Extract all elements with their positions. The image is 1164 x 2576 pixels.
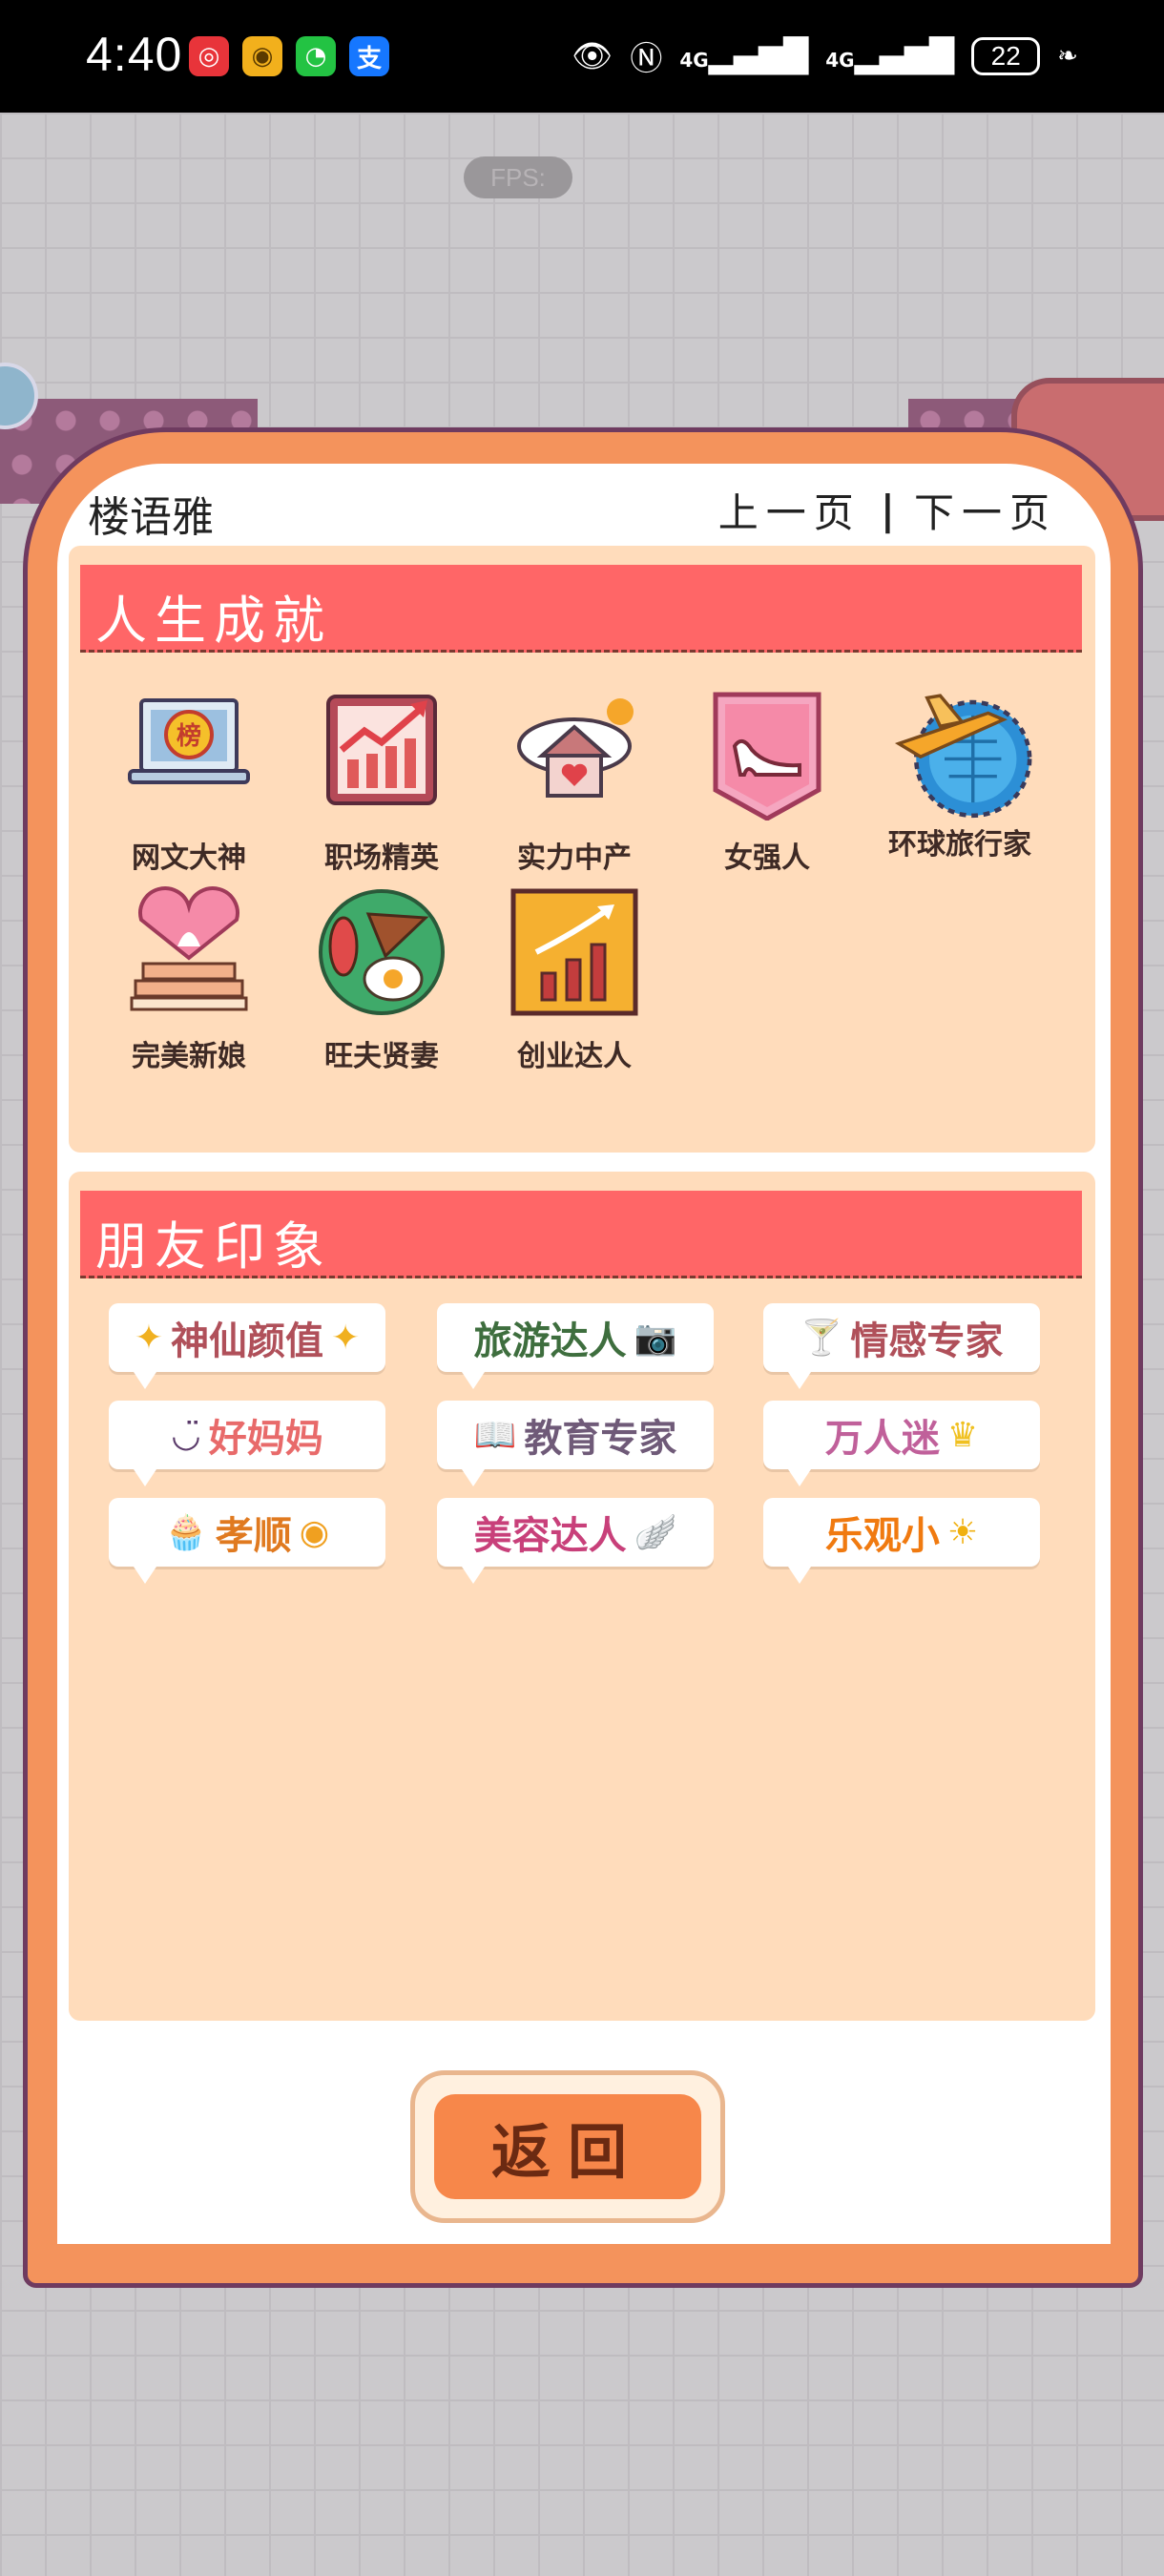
breakfast-plate-icon: [319, 889, 445, 1015]
house-heart-icon: [517, 698, 634, 798]
impression-label: 情感专家: [850, 1319, 1004, 1363]
leaf-icon: ❧: [1057, 41, 1078, 71]
impression-label: 旅游达人: [473, 1319, 627, 1363]
achievement-item[interactable]: 女强人: [681, 687, 853, 876]
next-page-button[interactable]: 下一页: [914, 481, 1057, 539]
achievement-label: 创业达人: [517, 1040, 632, 1073]
achievements-header: 人生成就: [80, 565, 1082, 653]
achievement-item[interactable]: 创业达人: [488, 885, 660, 1074]
pager: 上一页 | 下一页: [718, 481, 1057, 539]
impression-label: 乐观小: [824, 1514, 940, 1558]
impression-tag: 📖 教育专家: [437, 1401, 714, 1486]
achievement-label: 旺夫贤妻: [324, 1040, 439, 1073]
status-time: 4:40: [86, 28, 183, 81]
achievements-title: 人生成就: [95, 591, 332, 651]
achievement-item[interactable]: 职场精英: [296, 687, 468, 876]
impression-tag: 旅游达人 📷: [437, 1303, 714, 1389]
shopping-app-icon: ◎: [189, 36, 229, 76]
wechat-icon: ◔: [296, 36, 336, 76]
achievement-item[interactable]: 榜 网文大神: [103, 687, 275, 876]
eye-icon: 👁: [572, 36, 613, 75]
achievement-item[interactable]: 环球旅行家: [874, 672, 1046, 862]
laptop-rank-icon: 榜: [128, 698, 250, 784]
impression-label: 万人迷: [824, 1417, 940, 1461]
achievement-item[interactable]: 旺夫贤妻: [296, 885, 468, 1074]
achievement-item[interactable]: 实力中产: [488, 687, 660, 876]
signal-icon: 4G▂▄▆█: [679, 36, 809, 75]
impression-label: 美容达人: [473, 1514, 627, 1558]
return-button[interactable]: 返回: [410, 2070, 725, 2223]
impression-label: 好妈妈: [208, 1417, 323, 1461]
cupcake-icon: 🧁: [164, 1513, 208, 1552]
svg-text:榜: 榜: [177, 721, 201, 751]
battery-icon: 22: [971, 36, 1041, 75]
status-right-icons: 👁 Ⓝ 4G▂▄▆█ 4G▂▄▆█ 22 ❧: [572, 32, 1078, 79]
impression-tag: 乐观小 ☀: [763, 1498, 1040, 1584]
alipay-icon: 支: [349, 36, 389, 76]
book-icon: 📖: [473, 1416, 517, 1455]
impression-tag: 美容达人 🪽: [437, 1498, 714, 1584]
return-button-face[interactable]: 返回: [434, 2094, 701, 2199]
achievement-label: 职场精英: [324, 841, 439, 875]
achievement-label: 完美新娘: [132, 1040, 246, 1073]
achievement-item[interactable]: 完美新娘: [103, 885, 275, 1074]
achievement-label: 网文大神: [132, 841, 246, 875]
music-app-icon: ◉: [242, 36, 282, 76]
pager-separator: |: [880, 487, 895, 533]
prev-page-button[interactable]: 上一页: [718, 481, 862, 539]
rising-chart-icon: [326, 695, 437, 805]
signal-icon: 4G▂▄▆█: [825, 36, 955, 75]
impression-tag: ✦ 神仙颜值 ✦: [109, 1303, 385, 1389]
fps-indicator: FPS:: [464, 156, 572, 198]
impression-label: 教育专家: [524, 1417, 677, 1461]
impression-label: 孝顺: [215, 1514, 292, 1558]
smile-icon: ◡̈: [171, 1415, 201, 1455]
achievement-label: 环球旅行家: [888, 828, 1031, 862]
wedding-cake-icon: [130, 886, 248, 1011]
camera-icon: 📷: [634, 1319, 677, 1358]
high-heel-icon: [713, 692, 821, 821]
globe-plane-icon: [894, 694, 1032, 819]
impressions-title: 朋友印象: [95, 1216, 332, 1277]
impression-tag: 万人迷 ♛: [763, 1401, 1040, 1486]
player-name: 楼语雅: [88, 493, 214, 542]
impressions-panel: [69, 1172, 1095, 2021]
sun-icon: ☀: [946, 1512, 979, 1552]
egg-icon: ◉: [299, 1512, 330, 1552]
achievement-label: 女强人: [724, 841, 810, 875]
nfc-icon: Ⓝ: [630, 40, 663, 78]
impression-label: 神仙颜值: [171, 1319, 323, 1363]
status-bar: 4:40 ◎ ◉ ◔ 支 👁 Ⓝ 4G▂▄▆█ 4G▂▄▆█ 22 ❧: [0, 0, 1164, 113]
wing-icon: 🪽: [634, 1513, 677, 1552]
achievement-label: 实力中产: [517, 841, 632, 875]
impression-tag: 🧁 孝顺 ◉: [109, 1498, 385, 1584]
impressions-header: 朋友印象: [80, 1191, 1082, 1278]
status-notification-icons: ◎ ◉ ◔ 支: [189, 36, 389, 76]
sparkle-icon: ✦: [331, 1318, 361, 1358]
impression-tag: ◡̈ 好妈妈: [109, 1401, 385, 1486]
crown-icon: ♛: [946, 1415, 979, 1455]
cocktail-icon: 🍸: [800, 1319, 843, 1358]
impression-tag: 🍸 情感专家: [763, 1303, 1040, 1389]
return-label: 返回: [490, 2117, 644, 2187]
growth-bars-icon: [510, 888, 638, 1016]
sparkle-icon: ✦: [134, 1318, 163, 1358]
